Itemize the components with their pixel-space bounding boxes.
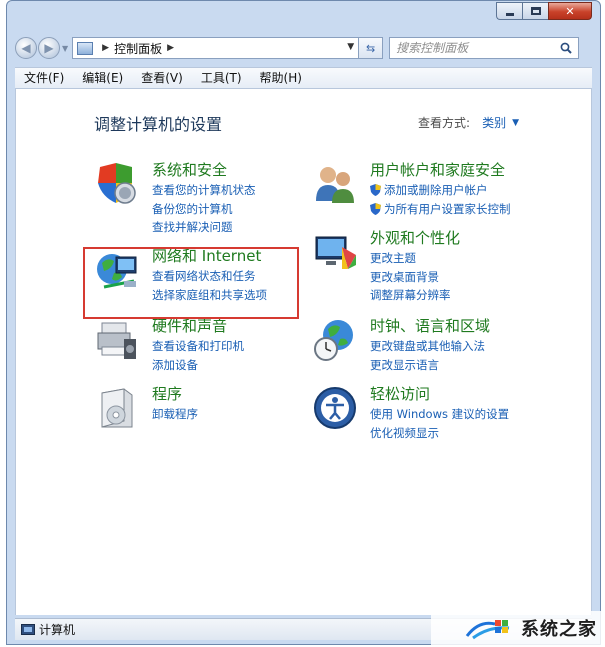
link-windows-recommended-settings[interactable]: 使用 Windows 建议的设置 bbox=[370, 405, 509, 424]
category-title[interactable]: 用户帐户和家庭安全 bbox=[370, 161, 511, 179]
link-label[interactable]: 为所有用户设置家长控制 bbox=[384, 200, 511, 219]
link-view-computer-status[interactable]: 查看您的计算机状态 bbox=[152, 181, 256, 200]
uac-shield-icon bbox=[370, 202, 381, 215]
link-label[interactable]: 添加或删除用户帐户 bbox=[384, 181, 488, 200]
maximize-icon bbox=[530, 7, 541, 15]
category-user-accounts: 用户帐户和家庭安全 添加或删除用户帐户 为所有用户设置家长控制 bbox=[312, 161, 511, 218]
category-system-security: 系统和安全 查看您的计算机状态 备份您的计算机 查找并解决问题 bbox=[94, 161, 256, 237]
breadcrumb-chevron-icon[interactable]: ▶ bbox=[102, 43, 109, 53]
address-row: ◀ ▶ ▼ ▶ 控制面板 ▶ ▼ ⇆ bbox=[15, 35, 592, 61]
refresh-button[interactable]: ⇆ bbox=[359, 37, 384, 59]
category-hardware-sound: 硬件和声音 查看设备和打印机 添加设备 bbox=[94, 317, 244, 374]
breadcrumb-control-panel[interactable]: 控制面板 bbox=[114, 40, 162, 57]
view-by-label: 查看方式: bbox=[418, 116, 471, 130]
watermark-logo-icon bbox=[465, 620, 510, 640]
caption-buttons: ✕ bbox=[496, 2, 592, 20]
link-change-input-method[interactable]: 更改键盘或其他输入法 bbox=[370, 337, 490, 356]
link-add-device[interactable]: 添加设备 bbox=[152, 356, 244, 375]
menu-help[interactable]: 帮助(H) bbox=[251, 68, 311, 88]
category-title[interactable]: 轻松访问 bbox=[370, 385, 509, 403]
menu-tools[interactable]: 工具(T) bbox=[192, 68, 251, 88]
category-programs: 程序 卸载程序 bbox=[94, 385, 198, 431]
menu-view[interactable]: 查看(V) bbox=[132, 68, 192, 88]
link-uninstall-program[interactable]: 卸载程序 bbox=[152, 405, 198, 424]
appearance-icon[interactable] bbox=[312, 229, 358, 275]
address-bar[interactable]: ▶ 控制面板 ▶ ▼ bbox=[72, 37, 360, 59]
link-backup-computer[interactable]: 备份您的计算机 bbox=[152, 200, 256, 219]
recent-pages-dropdown[interactable]: ▼ bbox=[62, 44, 68, 53]
page-title: 调整计算机的设置 bbox=[94, 115, 223, 134]
forward-button[interactable]: ▶ bbox=[38, 37, 60, 59]
status-text: 计算机 bbox=[39, 623, 76, 637]
category-ease-of-access: 轻松访问 使用 Windows 建议的设置 优化视频显示 bbox=[312, 385, 509, 442]
clock-language-icon[interactable] bbox=[312, 317, 358, 363]
close-icon: ✕ bbox=[565, 4, 575, 18]
link-devices-printers[interactable]: 查看设备和打印机 bbox=[152, 337, 244, 356]
category-title[interactable]: 时钟、语言和区域 bbox=[370, 317, 490, 335]
link-add-remove-users[interactable]: 添加或删除用户帐户 bbox=[370, 181, 511, 200]
watermark-text: 系统之家 bbox=[521, 619, 597, 640]
link-find-fix-problems[interactable]: 查找并解决问题 bbox=[152, 218, 256, 237]
forward-arrow-icon: ▶ bbox=[44, 41, 54, 55]
minimize-icon bbox=[505, 12, 514, 16]
category-title[interactable]: 外观和个性化 bbox=[370, 229, 460, 247]
link-parental-controls[interactable]: 为所有用户设置家长控制 bbox=[370, 200, 511, 219]
category-appearance: 外观和个性化 更改主题 更改桌面背景 调整屏幕分辨率 bbox=[312, 229, 460, 305]
highlight-box bbox=[83, 247, 299, 319]
computer-icon bbox=[21, 624, 35, 635]
watermark: 系统之家 bbox=[431, 611, 601, 645]
hardware-sound-icon[interactable] bbox=[94, 317, 140, 363]
control-panel-window: ✕ ◀ ▶ ▼ ▶ 控制面板 ▶ ▼ ⇆ 文件(F) 编辑(E) 查看(V) 工… bbox=[6, 0, 601, 645]
close-button[interactable]: ✕ bbox=[548, 2, 592, 20]
refresh-icon: ⇆ bbox=[366, 41, 376, 55]
category-clock-language: 时钟、语言和区域 更改键盘或其他输入法 更改显示语言 bbox=[312, 317, 490, 374]
category-title[interactable]: 程序 bbox=[152, 385, 198, 403]
control-panel-folder-icon bbox=[77, 41, 94, 55]
ease-of-access-icon[interactable] bbox=[312, 385, 358, 431]
minimize-button[interactable] bbox=[496, 2, 522, 20]
link-change-desktop-background[interactable]: 更改桌面背景 bbox=[370, 268, 460, 287]
link-optimize-video-display[interactable]: 优化视频显示 bbox=[370, 424, 509, 443]
chevron-down-icon[interactable]: ▼ bbox=[512, 118, 519, 128]
system-security-icon[interactable] bbox=[94, 161, 140, 207]
search-icon[interactable] bbox=[560, 42, 572, 54]
uac-shield-icon bbox=[370, 184, 381, 197]
menu-file[interactable]: 文件(F) bbox=[15, 68, 73, 88]
category-title[interactable]: 硬件和声音 bbox=[152, 317, 244, 335]
search-box bbox=[389, 37, 580, 59]
search-input[interactable] bbox=[396, 41, 547, 55]
address-dropdown-icon[interactable]: ▼ bbox=[347, 42, 354, 52]
category-title[interactable]: 系统和安全 bbox=[152, 161, 256, 179]
breadcrumb-chevron-icon[interactable]: ▶ bbox=[167, 43, 174, 53]
back-arrow-icon: ◀ bbox=[21, 41, 31, 55]
view-by: 查看方式: 类别 ▼ bbox=[418, 114, 519, 131]
maximize-button[interactable] bbox=[522, 2, 548, 20]
programs-icon[interactable] bbox=[94, 385, 140, 431]
link-change-display-language[interactable]: 更改显示语言 bbox=[370, 356, 490, 375]
view-by-dropdown[interactable]: 类别 bbox=[482, 114, 506, 131]
user-accounts-icon[interactable] bbox=[312, 161, 358, 207]
menu-edit[interactable]: 编辑(E) bbox=[73, 68, 132, 88]
link-screen-resolution[interactable]: 调整屏幕分辨率 bbox=[370, 286, 460, 305]
back-button[interactable]: ◀ bbox=[15, 37, 37, 59]
menu-bar: 文件(F) 编辑(E) 查看(V) 工具(T) 帮助(H) bbox=[15, 67, 592, 89]
link-change-theme[interactable]: 更改主题 bbox=[370, 249, 460, 268]
main-content: 调整计算机的设置 查看方式: 类别 ▼ 系统和安全 查看您的计算机状态 备份您的… bbox=[15, 89, 592, 615]
